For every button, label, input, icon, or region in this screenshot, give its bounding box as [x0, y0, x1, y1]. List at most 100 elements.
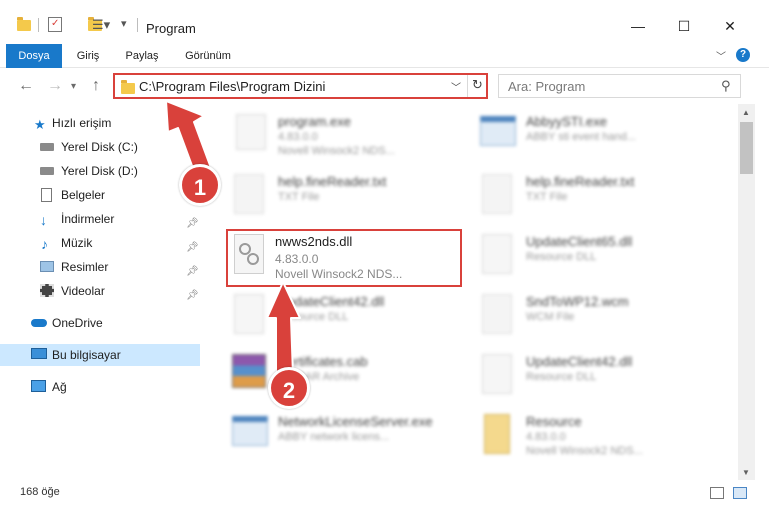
navigation-pane: ★ Hızlı erişim Yerel Disk (C:) Yerel Dis… [0, 110, 210, 465]
sidebar-item-music[interactable]: ♪ Müzik 📌︎ [0, 232, 200, 254]
expand-ribbon-icon[interactable]: ﹀ [716, 48, 726, 63]
file-detail: ABBY sti event hand... [526, 131, 636, 143]
file-name: help.fineReader.txt [278, 174, 387, 189]
file-item[interactable]: UpdateClient65.dll Resource DLL [472, 228, 712, 286]
search-box[interactable]: Ara: Program ⚲ [498, 74, 741, 98]
sidebar-item-pictures[interactable]: Resimler 📌︎ [0, 256, 200, 278]
help-icon[interactable]: ? [736, 48, 750, 62]
file-item[interactable]: UpdateClient42.dll Resource DLL [472, 348, 712, 406]
text-file-icon [482, 174, 512, 214]
file-name: UpdateClient42.dll [278, 294, 385, 309]
address-bar[interactable]: C:\Program Files\Program Dizini ﹀ ↻ [113, 73, 488, 99]
tab-home[interactable]: Giriş [66, 44, 110, 68]
file-item[interactable]: help.fineReader.txt TXT File [472, 168, 712, 226]
address-divider [467, 75, 468, 97]
pin-icon[interactable]: 📌︎ [186, 285, 199, 307]
file-item[interactable]: AbbyySTI.exe ABBY sti event hand... [472, 108, 712, 166]
computer-icon [31, 348, 47, 359]
sidebar-item-this-pc[interactable]: Bu bilgisayar [0, 344, 200, 366]
sidebar-item-network[interactable]: Ağ [0, 376, 200, 398]
title-bar: ✓ ☰▾ ▾ Program — ☐ ✕ [0, 0, 769, 44]
maximize-button[interactable]: ☐ [674, 18, 694, 34]
title-separator [137, 18, 138, 32]
file-detail: ABBY network licens... [278, 431, 390, 443]
file-item[interactable]: Certificates.cab WinRAR Archive [224, 348, 464, 406]
cloud-icon [31, 319, 47, 327]
file-detail: 4.83.0.0 [278, 131, 318, 143]
sidebar-item-downloads[interactable]: ↓ İndirmeler 📌︎ [0, 208, 200, 230]
sidebar-item-label: Videolar [61, 284, 105, 298]
drive-icon [40, 167, 54, 175]
text-file-icon [234, 174, 264, 214]
properties-icon[interactable]: ✓ [48, 17, 62, 32]
wcm-file-icon [482, 294, 512, 334]
file-name: UpdateClient65.dll [526, 234, 633, 249]
minimize-button[interactable]: — [628, 18, 648, 34]
ribbon-tabs: Dosya Giriş Paylaş Görünüm [0, 44, 769, 68]
download-icon: ↓ [40, 212, 47, 228]
sidebar-item-label: Hızlı erişim [52, 116, 112, 130]
search-icon[interactable]: ⚲ [721, 78, 731, 94]
folder-icon [17, 17, 31, 31]
address-path[interactable]: C:\Program Files\Program Dizini [139, 79, 325, 94]
sidebar-item-local-disk-d[interactable]: Yerel Disk (D:) [0, 160, 200, 182]
close-button[interactable]: ✕ [720, 18, 740, 34]
pictures-icon [40, 261, 54, 272]
file-detail: Resource DLL [526, 371, 597, 383]
forward-arrow-icon[interactable]: → [47, 77, 63, 95]
recent-locations-icon[interactable]: ▾ [71, 81, 76, 92]
file-detail: TXT File [526, 191, 568, 203]
file-name: Resource [526, 414, 582, 429]
sidebar-item-label: Müzik [61, 236, 93, 250]
network-icon [31, 380, 46, 392]
tab-share[interactable]: Paylaş [117, 44, 167, 68]
file-item[interactable]: Resource 4.83.0.0 Novell Winsock2 NDS... [472, 408, 712, 466]
file-name: NetworkLicenseServer.exe [278, 414, 433, 429]
tab-file[interactable]: Dosya [6, 44, 62, 68]
back-arrow-icon[interactable]: ← [18, 77, 34, 95]
file-detail: Novell Winsock2 NDS... [526, 445, 643, 457]
address-dropdown-icon[interactable]: ﹀ [451, 79, 461, 94]
refresh-icon[interactable]: ↻ [472, 77, 483, 93]
quick-access-separator [38, 18, 39, 32]
file-item[interactable]: program.exe 4.83.0.0 Novell Winsock2 NDS… [224, 108, 464, 166]
dll-file-icon [482, 234, 512, 274]
file-name: SndToWP12.wcm [526, 294, 629, 309]
large-icons-view-icon[interactable] [733, 487, 747, 499]
file-name: UpdateClient42.dll [526, 354, 633, 369]
item-count: 168 öğe [20, 486, 60, 498]
sidebar-item-label: Bu bilgisayar [52, 348, 121, 362]
music-icon: ♪ [41, 236, 48, 252]
file-detail: Resource DLL [526, 251, 597, 263]
file-name: program.exe [278, 114, 351, 129]
videos-icon [40, 284, 54, 297]
sidebar-item-onedrive[interactable]: OneDrive [0, 312, 200, 334]
sidebar-item-local-disk-c[interactable]: Yerel Disk (C:) [0, 136, 200, 158]
scroll-up-icon[interactable]: ▲ [742, 108, 750, 117]
sidebar-item-videos[interactable]: Videolar 📌︎ [0, 280, 200, 302]
exe-file-icon [480, 116, 516, 146]
vertical-scrollbar[interactable]: ▲ ▼ [738, 104, 755, 480]
sidebar-item-label: Yerel Disk (C:) [61, 140, 138, 154]
file-item[interactable]: SndToWP12.wcm WCM File [472, 288, 712, 346]
tab-view[interactable]: Görünüm [176, 44, 240, 68]
window-title: Program [146, 21, 196, 36]
scroll-down-icon[interactable]: ▼ [742, 468, 750, 477]
details-view-icon[interactable] [710, 487, 724, 499]
file-detail: 4.83.0.0 [526, 431, 566, 443]
scrollbar-thumb[interactable] [740, 122, 753, 174]
star-icon: ★ [34, 117, 46, 132]
status-bar: 168 öğe [0, 482, 769, 502]
file-item[interactable]: NetworkLicenseServer.exe ABBY network li… [224, 408, 464, 466]
sidebar-item-label: Belgeler [61, 188, 106, 202]
customize-toolbar-icon[interactable]: ☰▾ [92, 17, 110, 33]
file-name: AbbyySTI.exe [526, 114, 607, 129]
sidebar-item-documents[interactable]: Belgeler [0, 184, 200, 206]
quick-access-dropdown-icon[interactable]: ▾ [121, 17, 127, 30]
file-item[interactable]: help.fineReader.txt TXT File [224, 168, 464, 226]
sidebar-item-label: OneDrive [52, 316, 103, 330]
file-item[interactable]: UpdateClient42.dll Resource DLL [224, 288, 464, 346]
up-arrow-icon[interactable]: ↑ [92, 77, 100, 95]
sidebar-item-quick-access[interactable]: ★ Hızlı erişim [0, 112, 200, 134]
sidebar-item-label: Ağ [52, 380, 67, 394]
